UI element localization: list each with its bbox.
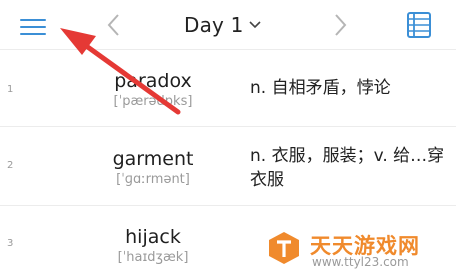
word-text: paradox	[114, 70, 192, 92]
word-row[interactable]: 1 paradox [ˈpærədɒks] n. 自相矛盾，悖论	[0, 51, 456, 127]
phonetic-text: [ˈɡɑːrmənt]	[116, 172, 190, 187]
meaning-text: n. 自相矛盾，悖论	[250, 78, 391, 98]
next-day-button[interactable]	[330, 12, 350, 38]
top-bar: Day 1	[0, 0, 456, 50]
watermark: 天天游戏网 www.ttyl23.com	[266, 228, 452, 272]
menu-icon[interactable]	[16, 14, 50, 40]
word-block: paradox [ˈpærədɒks]	[58, 70, 248, 110]
day-selector[interactable]: Day 1	[184, 11, 274, 39]
word-text: garment	[112, 148, 194, 170]
word-row[interactable]: 2 garment [ˈɡɑːrmənt] n. 衣服，服装；v. 给…穿衣服	[0, 128, 456, 206]
row-index: 1	[7, 84, 14, 95]
row-index: 3	[7, 238, 14, 249]
chevron-right-icon	[335, 14, 347, 36]
chevron-left-icon	[107, 14, 119, 36]
word-list-button[interactable]	[404, 10, 434, 40]
phonetic-text: [ˈpærədɒks]	[113, 94, 193, 109]
phonetic-text: [ˈhaɪdʒæk]	[117, 250, 189, 265]
meaning-text: n. 衣服，服装；v. 给…穿衣服	[250, 146, 445, 190]
word-list-icon	[407, 12, 431, 38]
day-label: Day 1	[184, 13, 244, 37]
word-text: hijack	[125, 226, 181, 248]
word-block: garment [ˈɡɑːrmənt]	[58, 148, 248, 188]
app-screen: Day 1 1 paradox [ˈpærədɒks] n. 自相矛盾，悖论 2…	[0, 0, 456, 276]
word-block: hijack [ˈhaɪdʒæk]	[58, 226, 248, 266]
watermark-logo-icon	[269, 232, 299, 264]
row-index: 2	[7, 160, 14, 171]
watermark-url: www.ttyl23.com	[312, 255, 409, 269]
chevron-down-icon	[249, 21, 261, 29]
previous-day-button[interactable]	[104, 12, 124, 38]
